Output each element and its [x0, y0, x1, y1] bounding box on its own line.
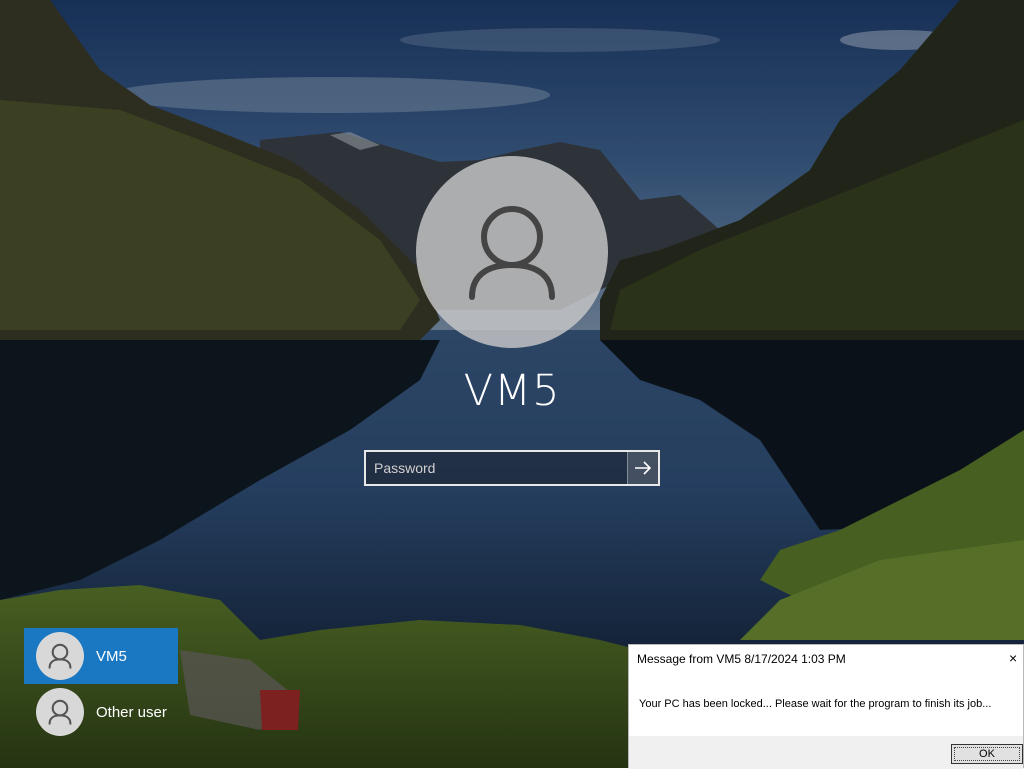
dialog-footer: OK [629, 736, 1023, 769]
user-item-label: Other user [96, 703, 167, 721]
user-list: VM5 Other user [24, 628, 178, 740]
dialog-title: Message from VM5 8/17/2024 1:03 PM [637, 652, 846, 666]
user-item-label: VM5 [96, 647, 127, 665]
user-icon [469, 206, 555, 300]
password-input[interactable] [366, 452, 627, 484]
user-icon [48, 643, 72, 669]
user-item-vm5[interactable]: VM5 [24, 628, 178, 684]
dialog-message: Your PC has been locked... Please wait f… [639, 698, 992, 710]
dialog-body: Your PC has been locked... Please wait f… [629, 676, 1023, 736]
lock-screen-username: VM5 [463, 366, 561, 416]
user-avatar-large [416, 156, 608, 348]
message-dialog: Message from VM5 8/17/2024 1:03 PM × You… [628, 644, 1024, 769]
avatar [36, 632, 84, 680]
user-item-other-user[interactable]: Other user [24, 684, 178, 740]
ok-button[interactable]: OK [951, 744, 1023, 764]
avatar [36, 688, 84, 736]
password-submit-button[interactable] [627, 452, 658, 484]
user-icon [48, 699, 72, 725]
password-box [364, 450, 660, 486]
close-icon[interactable]: × [1009, 649, 1023, 667]
arrow-right-icon [635, 461, 652, 475]
